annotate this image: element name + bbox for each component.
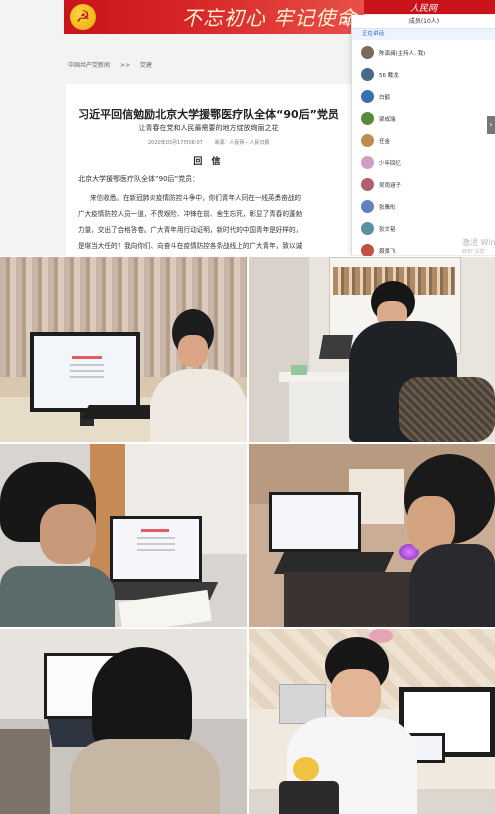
article-meta: 2020年03月17日08:07 来源：人民网－人民日报 xyxy=(148,139,279,146)
participant-avatar xyxy=(361,200,374,213)
article-subtitle: 让青春在党和人民最需要的地方绽放绚丽之花 xyxy=(138,124,279,132)
participant-row[interactable]: 陈演澜(主持人, 我) xyxy=(352,43,495,64)
site-logo[interactable]: 人民网 xyxy=(410,1,437,14)
participant-row[interactable]: 白鹤 xyxy=(352,87,495,108)
participant-avatar xyxy=(361,156,374,169)
participant-avatar xyxy=(361,244,374,256)
article-page-screenshot: ☭ 不忘初心 牢记使命 主 人民网 中国共产党新闻 >> 党建 习近平回信勉励北… xyxy=(0,0,495,256)
site-banner: ☭ 不忘初心 牢记使命 主 xyxy=(64,0,364,34)
collapse-panel-arrow-icon[interactable]: › xyxy=(487,116,495,134)
participant-row[interactable]: 吴雨涵子 xyxy=(352,175,495,196)
breadcrumb-separator: >> xyxy=(119,62,130,69)
participant-name: 陈演澜(主持人, 我) xyxy=(379,51,426,57)
photo-student-desktop-monitor xyxy=(0,257,247,442)
article-source: 来源：人民网－人民日报 xyxy=(214,140,270,146)
participant-name: 梁成瑞 xyxy=(379,117,396,123)
letter-heading: 回 信 xyxy=(193,157,224,167)
participant-row[interactable]: 梁成瑞 xyxy=(352,109,495,130)
participant-name: 白鹤 xyxy=(379,95,391,101)
participant-avatar xyxy=(361,68,374,81)
letter-paragraph-line: 广大疫情防控人员一道，不畏艰险、冲锋在前、舍生忘死，彰显了青春的蓬勃 xyxy=(78,210,303,218)
breadcrumb-item-section[interactable]: 党建 xyxy=(140,62,152,69)
participant-avatar xyxy=(361,90,374,103)
participant-avatar xyxy=(361,178,374,191)
participant-row[interactable]: 张雅彤 xyxy=(352,197,495,218)
participant-row[interactable]: 任金 xyxy=(352,131,495,152)
party-emblem-icon: ☭ xyxy=(70,4,96,30)
activation-watermark: 激活 Win xyxy=(462,238,495,247)
photo-student-laptop-purple-light xyxy=(249,444,495,627)
letter-paragraph-line: 来信收悉。在新冠肺炎疫情防控斗争中，你们青年人同在一线英勇奋战的 xyxy=(90,194,301,202)
participant-name: 56 戴龙 xyxy=(379,73,399,79)
article-title: 习近平回信勉励北京大学援鄂医疗队全体“90后”党员 xyxy=(78,108,339,121)
participant-name: 张雅彤 xyxy=(379,205,396,211)
activation-watermark-sub: 转到“设置” xyxy=(462,249,488,255)
speaking-section-label: 正在讲话 xyxy=(352,29,495,40)
letter-greeting: 北京大学援鄂医疗队全体“90后”党员： xyxy=(78,175,200,183)
participant-name: 吴雨涵子 xyxy=(379,183,402,189)
participant-avatar xyxy=(361,134,374,147)
participant-row[interactable]: 56 戴龙 xyxy=(352,65,495,86)
photo-student-black-hoodie xyxy=(249,257,495,442)
article-body: 习近平回信勉励北京大学援鄂医疗队全体“90后”党员 让青春在党和人民最需要的地方… xyxy=(66,84,351,256)
participant-avatar xyxy=(361,46,374,59)
participant-name: 少年回忆 xyxy=(379,161,402,167)
participant-name: 张文韬 xyxy=(379,227,396,233)
participant-name: 任金 xyxy=(379,139,391,145)
article-date: 2020年03月17日08:07 xyxy=(148,140,203,146)
photo-student-dual-screens xyxy=(249,629,495,814)
breadcrumb-item-home[interactable]: 中国共产党新闻 xyxy=(68,62,110,69)
banner-motto: 不忘初心 牢记使命 xyxy=(182,6,358,30)
letter-paragraph-line: 是堪当大任的！我向你们、向奋斗在疫情防控各条战线上的广大青年，致以诚 xyxy=(78,242,303,250)
letter-paragraph-line: 力量，交出了合格答卷。广大青年用行动证明，新时代的中国青年是好样的， xyxy=(78,226,303,234)
photo-student-laptop-notebook xyxy=(0,444,247,627)
participant-name: 聂景飞 xyxy=(379,249,396,255)
participant-row[interactable]: 少年回忆 xyxy=(352,153,495,174)
breadcrumb: 中国共产党新闻 >> 党建 xyxy=(68,60,160,69)
participants-header: 成员(10人) xyxy=(352,15,495,29)
participant-avatar xyxy=(361,222,374,235)
participant-avatar xyxy=(361,112,374,125)
participants-panel: 成员(10人) 正在讲话 陈演澜(主持人, 我) 56 戴龙白鹤梁成瑞任金少年回忆… xyxy=(351,15,495,256)
banner-tail-text: 主 xyxy=(342,17,352,27)
photo-student-from-behind xyxy=(0,629,247,814)
